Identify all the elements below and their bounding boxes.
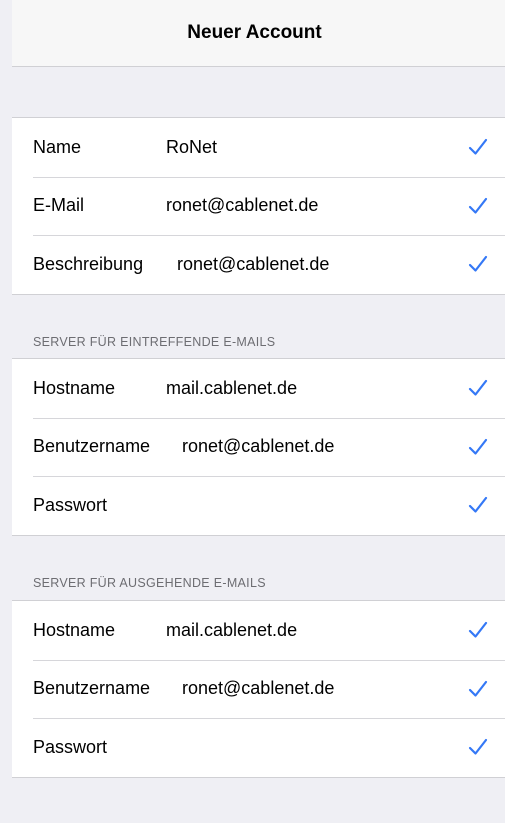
description-label: Beschreibung bbox=[33, 253, 144, 274]
incoming-server-header: SERVER FÜR EINTREFFENDE E-MAILS bbox=[33, 335, 276, 349]
email-label: E-Mail bbox=[33, 195, 85, 216]
outgoing-hostname-row[interactable]: Hostname mail.cablenet.de bbox=[12, 601, 505, 660]
outgoing-password-row[interactable]: Passwort bbox=[12, 718, 505, 777]
checkmark-icon bbox=[468, 380, 488, 396]
outgoing-server-header: SERVER FÜR AUSGEHENDE E-MAILS bbox=[33, 576, 266, 590]
incoming-server-group: Hostname mail.cablenet.de Benutzername r… bbox=[12, 358, 505, 536]
checkmark-icon bbox=[468, 256, 488, 272]
outgoing-username-label: Benutzername bbox=[33, 678, 151, 699]
checkmark-icon bbox=[468, 622, 488, 638]
checkmark-icon bbox=[468, 139, 488, 155]
incoming-hostname-row[interactable]: Hostname mail.cablenet.de bbox=[12, 359, 505, 418]
name-value[interactable]: RoNet bbox=[166, 137, 217, 158]
outgoing-hostname-value[interactable]: mail.cablenet.de bbox=[166, 620, 297, 641]
page-title: Neuer Account bbox=[187, 22, 322, 43]
checkmark-icon bbox=[468, 497, 488, 513]
account-info-group: Name RoNet E-Mail ronet@cablenet.de Besc… bbox=[12, 117, 505, 295]
outgoing-username-value[interactable]: ronet@cablenet.de bbox=[182, 678, 334, 699]
outgoing-password-label: Passwort bbox=[33, 736, 108, 757]
email-value[interactable]: ronet@cablenet.de bbox=[166, 195, 318, 216]
checkmark-icon bbox=[468, 680, 488, 697]
description-row[interactable]: Beschreibung ronet@cablenet.de bbox=[12, 235, 505, 294]
name-label: Name bbox=[33, 136, 82, 157]
outgoing-server-group: Hostname mail.cablenet.de Benutzername r… bbox=[12, 600, 505, 778]
checkmark-icon bbox=[468, 197, 488, 214]
navigation-bar: Neuer Account bbox=[12, 0, 505, 67]
incoming-username-value[interactable]: ronet@cablenet.de bbox=[182, 436, 334, 457]
checkmark-icon bbox=[468, 438, 488, 455]
incoming-username-row[interactable]: Benutzername ronet@cablenet.de bbox=[12, 417, 505, 477]
incoming-hostname-value[interactable]: mail.cablenet.de bbox=[166, 378, 297, 399]
incoming-hostname-label: Hostname bbox=[33, 377, 116, 398]
incoming-password-row[interactable]: Passwort bbox=[12, 476, 505, 535]
description-value[interactable]: ronet@cablenet.de bbox=[177, 254, 329, 275]
outgoing-hostname-label: Hostname bbox=[33, 619, 116, 640]
incoming-password-label: Passwort bbox=[33, 494, 108, 515]
outgoing-username-row[interactable]: Benutzername ronet@cablenet.de bbox=[12, 659, 505, 719]
email-row[interactable]: E-Mail ronet@cablenet.de bbox=[12, 176, 505, 236]
incoming-username-label: Benutzername bbox=[33, 436, 151, 457]
name-row[interactable]: Name RoNet bbox=[12, 118, 505, 177]
checkmark-icon bbox=[468, 739, 488, 755]
